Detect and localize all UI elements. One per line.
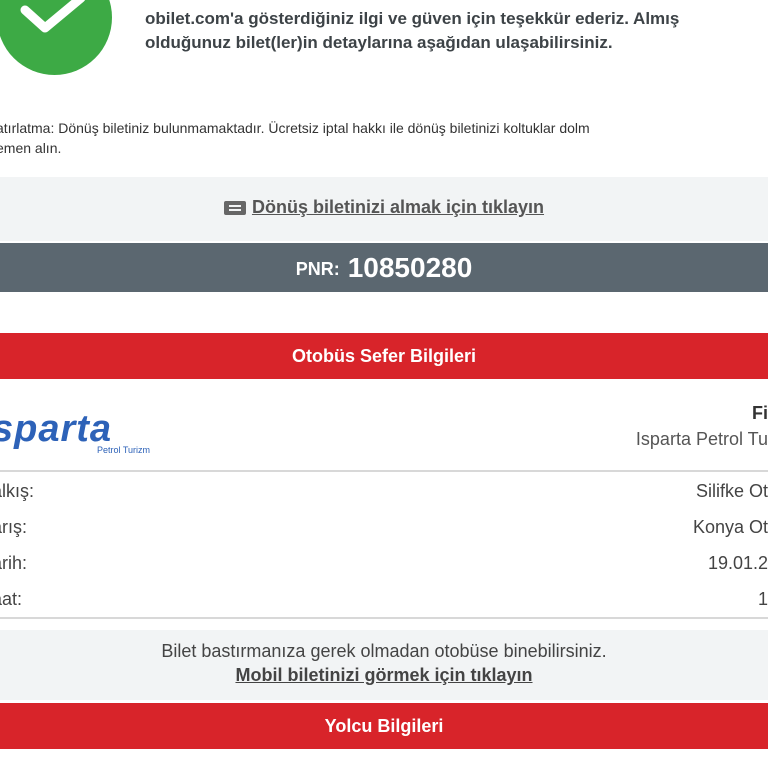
company-logo: sparta Petrol Turizm: [0, 410, 192, 455]
date-value: 19.01.2: [707, 553, 768, 573]
pnr-bar: PNR: 10850280: [0, 243, 768, 292]
company-short-name: Fi: [752, 403, 768, 423]
return-ticket-bar: Dönüş biletinizi almak için tıklayın: [0, 177, 768, 241]
reminder-line1: atırlatma: Dönüş biletiniz bulunmamaktad…: [0, 120, 590, 136]
company-logo-subtext: Petrol Turizm: [97, 445, 151, 455]
return-ticket-link-text[interactable]: Dönüş biletinizi almak için tıklayın: [252, 197, 544, 218]
mobile-ticket-info: Bilet bastırmanıza gerek olmadan otobüse…: [161, 641, 607, 661]
return-reminder: atırlatma: Dönüş biletiniz bulunmamaktad…: [0, 118, 768, 158]
pnr-label: PNR:: [295, 259, 340, 279]
pnr-value: 10850280: [347, 251, 473, 283]
arrival-row: arış: Konya Ot: [0, 517, 768, 553]
company-logo-text: sparta: [0, 408, 113, 450]
departure-value: Silifke Ot: [695, 481, 768, 501]
departure-row: alkış: Silifke Ot: [0, 481, 768, 517]
company-info: Fi Isparta Petrol Tu: [636, 400, 768, 452]
divider: [0, 470, 768, 472]
ticket-icon: [223, 200, 246, 215]
arrival-value: Konya Ot: [692, 517, 768, 537]
date-label: arih:: [0, 553, 28, 573]
time-value: 1: [757, 589, 768, 609]
reminder-line2: emen alın.: [0, 140, 62, 156]
success-message: obilet.com'a gösterdiğiniz ilgi ve güven…: [145, 7, 768, 55]
passenger-info-header: Yolcu Bilgileri: [0, 703, 768, 749]
divider: [0, 617, 768, 619]
check-icon: [20, 0, 86, 33]
time-row: aat: 1: [0, 589, 768, 625]
date-row: arih: 19.01.2: [0, 553, 768, 589]
mobile-ticket-link[interactable]: Mobil biletinizi görmek için tıklayın: [235, 663, 532, 687]
time-label: aat:: [0, 589, 23, 609]
mobile-ticket-section: Bilet bastırmanıza gerek olmadan otobüse…: [0, 630, 768, 700]
departure-label: alkış:: [0, 481, 35, 501]
success-message-line1: obilet.com'a gösterdiğiniz ilgi ve güven…: [145, 9, 680, 28]
company-full-name: Isparta Petrol Tu: [635, 429, 768, 449]
return-ticket-link[interactable]: Dönüş biletinizi almak için tıklayın: [223, 197, 544, 218]
trip-info-header: Otobüs Sefer Bilgileri: [0, 333, 768, 379]
arrival-label: arış:: [0, 517, 28, 537]
success-message-line2: olduğunuz bilet(ler)in detaylarına aşağı…: [145, 33, 613, 52]
success-circle: [0, 0, 112, 75]
